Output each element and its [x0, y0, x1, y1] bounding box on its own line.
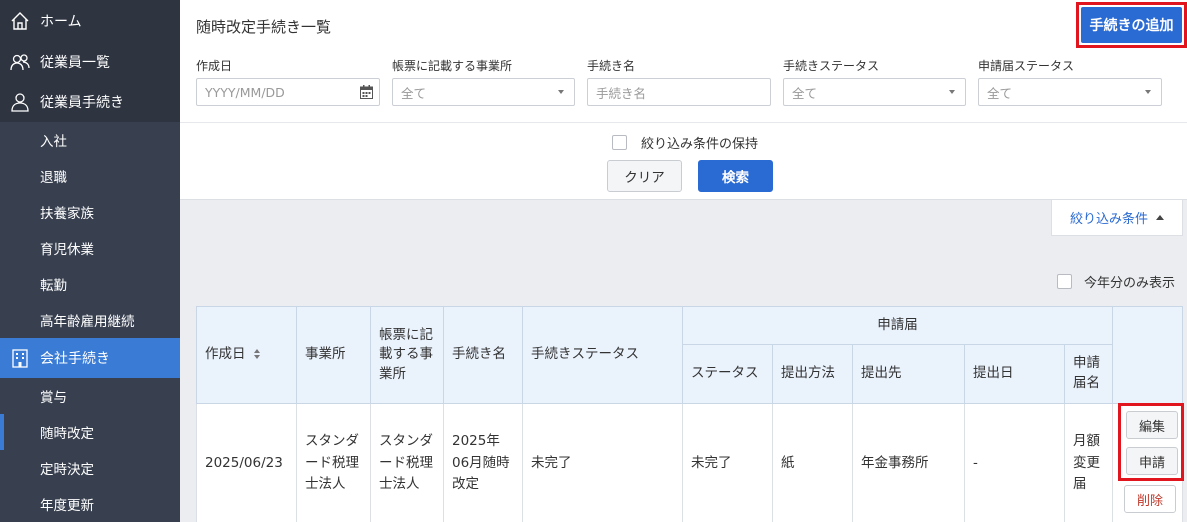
- chevron-down-icon: [1145, 90, 1151, 94]
- form-office-value: 全て: [401, 85, 427, 101]
- sidebar-subitem-hire[interactable]: 入社: [0, 122, 180, 158]
- cell-office: スタンダード税理士法人: [296, 403, 371, 522]
- edit-button[interactable]: 編集: [1126, 411, 1178, 439]
- procedure-name-input[interactable]: 手続き名: [587, 78, 771, 106]
- sidebar-subitem-dependents[interactable]: 扶養家族: [0, 194, 180, 230]
- delete-button[interactable]: 削除: [1124, 485, 1176, 513]
- building-icon: [8, 346, 32, 370]
- form-office-label: 帳票に記載する事業所: [392, 59, 513, 73]
- cell-procedure-name: 2025年06月随時改定: [443, 403, 523, 522]
- sidebar-subitem-regular-determination[interactable]: 定時決定: [0, 450, 180, 486]
- calendar-icon[interactable]: [360, 85, 373, 99]
- row-actions-highlight: 編集 申請: [1118, 403, 1184, 481]
- sidebar-item-label: 会社手続き: [40, 351, 110, 367]
- page-title: 随時改定手続き一覧: [196, 18, 332, 36]
- search-button[interactable]: 検索: [698, 160, 773, 192]
- column-header-destination: 提出先: [852, 344, 965, 404]
- sidebar-item-label: 従業員手続き: [40, 95, 124, 111]
- column-header-submit-date: 提出日: [964, 344, 1065, 404]
- chevron-up-icon: [1156, 215, 1164, 220]
- column-header-application: 申請届: [682, 306, 1113, 345]
- column-header-label: 作成日: [205, 346, 246, 363]
- cell-submit-date: -: [964, 403, 1065, 522]
- sidebar-item-label: ホーム: [40, 14, 82, 30]
- sidebar-subitem-childcare[interactable]: 育児休業: [0, 230, 180, 266]
- employee-subnav: 入社 退職 扶養家族 育児休業 転勤 高年齢雇用継続: [0, 122, 180, 338]
- users-icon: [8, 50, 32, 74]
- chevron-down-icon: [949, 90, 955, 94]
- filter-toggle[interactable]: 絞り込み条件: [1051, 200, 1183, 236]
- column-header-application-name: 申請届名: [1064, 344, 1113, 404]
- procedure-status-label: 手続きステータス: [783, 59, 880, 73]
- sort-icon[interactable]: [253, 349, 260, 360]
- procedures-table: 作成日 事業所 帳票に記載する事業所 手続き名 手続きステータス 申請届 ステー…: [196, 306, 1183, 522]
- add-procedure-highlight: 手続きの追加: [1076, 2, 1187, 48]
- procedure-name-label: 手続き名: [587, 59, 636, 73]
- cell-destination: 年金事務所: [852, 403, 965, 522]
- column-header-procedure-status: 手続きステータス: [522, 306, 683, 404]
- user-icon: [8, 90, 32, 114]
- company-subnav: 賞与 随時改定 定時決定 年度更新: [0, 378, 180, 522]
- apply-button[interactable]: 申請: [1126, 447, 1178, 475]
- sidebar-subitem-retire[interactable]: 退職: [0, 158, 180, 194]
- column-header-form-office: 帳票に記載する事業所: [370, 306, 444, 404]
- chevron-down-icon: [558, 90, 564, 94]
- sidebar-subitem-senior-employment[interactable]: 高年齢雇用継続: [0, 302, 180, 338]
- created-date-placeholder: YYYY/MM/DD: [205, 84, 285, 100]
- column-header-procedure-name: 手続き名: [443, 306, 523, 404]
- cell-method: 紙: [772, 403, 853, 522]
- table-row: 2025/06/23 スタンダード税理士法人 スタンダード税理士法人 2025年…: [196, 403, 1183, 522]
- column-header-office: 事業所: [296, 306, 371, 404]
- add-procedure-button[interactable]: 手続きの追加: [1081, 7, 1182, 43]
- keep-filter-label: 絞り込み条件の保持: [641, 137, 759, 152]
- cell-application-name: 月額変更届: [1064, 403, 1113, 522]
- main-content: 随時改定手続き一覧 手続きの追加 作成日 YYYY/MM/DD 帳票に記載する事…: [180, 0, 1187, 522]
- column-header-actions: [1112, 306, 1183, 404]
- this-year-only-row: 今年分のみ表示: [1057, 272, 1175, 291]
- column-header-method: 提出方法: [772, 344, 853, 404]
- this-year-only-label: 今年分のみ表示: [1084, 276, 1176, 291]
- sidebar-subitem-annual-update[interactable]: 年度更新: [0, 486, 180, 522]
- sidebar-subitem-occasional-revision[interactable]: 随時改定: [0, 414, 180, 450]
- filter-panel: 随時改定手続き一覧 手続きの追加 作成日 YYYY/MM/DD 帳票に記載する事…: [180, 0, 1187, 200]
- divider: [180, 122, 1187, 123]
- sidebar-item-label: 従業員一覧: [40, 55, 110, 71]
- sidebar-item-company-procedures[interactable]: 会社手続き: [0, 338, 180, 378]
- created-date-label: 作成日: [196, 59, 233, 73]
- form-office-select[interactable]: 全て: [392, 78, 575, 106]
- created-date-input[interactable]: YYYY/MM/DD: [196, 78, 380, 106]
- procedure-status-value: 全て: [792, 85, 818, 101]
- application-status-label: 申請届ステータス: [978, 59, 1075, 73]
- sidebar-item-employees[interactable]: 従業員一覧: [0, 42, 180, 82]
- this-year-only-checkbox[interactable]: [1057, 274, 1072, 289]
- column-header-created[interactable]: 作成日: [196, 306, 297, 404]
- cell-application-status: 未完了: [682, 403, 773, 522]
- procedure-status-select[interactable]: 全て: [783, 78, 966, 106]
- clear-button[interactable]: クリア: [607, 160, 682, 192]
- application-status-value: 全て: [987, 85, 1013, 101]
- cell-created: 2025/06/23: [196, 403, 297, 522]
- cell-form-office: スタンダード税理士法人: [370, 403, 444, 522]
- sidebar-subitem-bonus[interactable]: 賞与: [0, 378, 180, 414]
- sidebar: ホーム 従業員一覧 従業員手続き 入社 退職 扶養家族 育児休業 転勤 高年齢雇…: [0, 0, 180, 522]
- application-status-select[interactable]: 全て: [978, 78, 1162, 106]
- sidebar-subitem-transfer[interactable]: 転勤: [0, 266, 180, 302]
- home-icon: [8, 9, 32, 33]
- sidebar-item-employee-procedures[interactable]: 従業員手続き: [0, 82, 180, 122]
- sidebar-item-home[interactable]: ホーム: [0, 0, 180, 42]
- column-header-application-status: ステータス: [682, 344, 773, 404]
- filter-toggle-label: 絞り込み条件: [1069, 212, 1148, 227]
- cell-procedure-status: 未完了: [522, 403, 683, 522]
- keep-filter-checkbox[interactable]: [612, 135, 627, 150]
- procedure-name-placeholder: 手続き名: [596, 85, 647, 101]
- keep-filter-row: 絞り込み条件の保持: [612, 133, 758, 152]
